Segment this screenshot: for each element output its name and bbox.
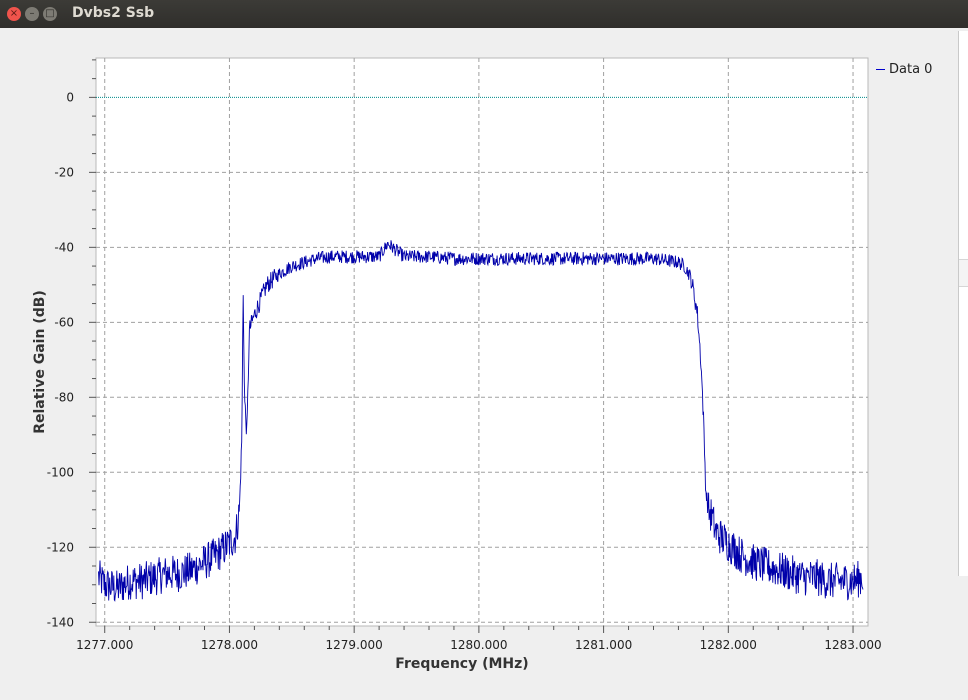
- legend-swatch: [876, 69, 885, 70]
- close-icon: ×: [9, 8, 19, 19]
- y-tick-label: -120: [47, 540, 74, 554]
- maximize-icon: □: [45, 8, 55, 19]
- x-tick-label: 1280.000: [450, 638, 507, 652]
- minimize-button[interactable]: –: [25, 7, 39, 21]
- x-tick-label: 1283.000: [824, 638, 881, 652]
- close-button[interactable]: ×: [7, 7, 21, 21]
- maximize-button[interactable]: □: [43, 7, 57, 21]
- plot-area: 1277.000 1278.000 1279.000 1280.000 1281.000…: [0, 28, 968, 700]
- side-panel-divider: [959, 259, 968, 287]
- frequency-plot[interactable]: 1277.000 1278.000 1279.000 1280.000 1281.000…: [0, 28, 968, 700]
- title-bar: × – □ Dvbs2 Ssb: [0, 0, 968, 28]
- x-tick-label: 1278.000: [201, 638, 258, 652]
- legend[interactable]: Data 0: [876, 62, 932, 77]
- x-tick-label: 1282.000: [700, 638, 757, 652]
- window-title: Dvbs2 Ssb: [72, 5, 155, 21]
- side-panel: [958, 31, 968, 576]
- x-tick-label: 1279.000: [326, 638, 383, 652]
- y-tick-label: -60: [54, 315, 74, 329]
- y-tick-label: -140: [47, 615, 74, 629]
- x-axis-label: Frequency (MHz): [395, 656, 528, 672]
- x-tick-label: 1281.000: [575, 638, 632, 652]
- y-tick-label: -40: [54, 240, 74, 254]
- y-tick-label: -20: [54, 165, 74, 179]
- y-tick-label: 0: [66, 90, 74, 104]
- legend-label-data-0: Data 0: [889, 62, 933, 77]
- y-tick-label: -100: [47, 465, 74, 479]
- y-axis-label: Relative Gain (dB): [32, 290, 48, 434]
- window-controls: × – □: [7, 7, 57, 21]
- y-tick-label: -80: [54, 390, 74, 404]
- x-tick-label: 1277.000: [76, 638, 133, 652]
- minimize-icon: –: [29, 8, 35, 19]
